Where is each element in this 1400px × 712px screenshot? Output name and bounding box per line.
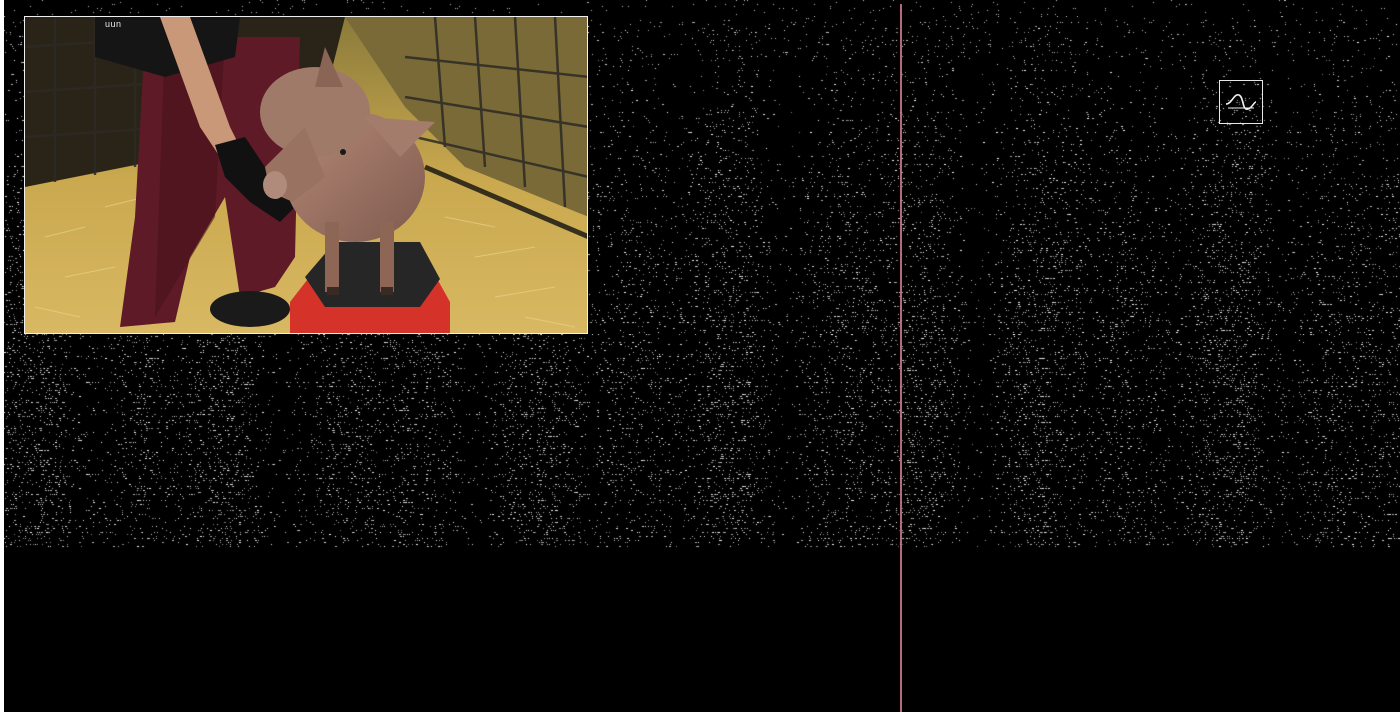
playhead-line: [900, 4, 902, 712]
neural-activity-view: uun: [0, 0, 1400, 712]
sine-wave-logo-icon: [1219, 80, 1263, 124]
pig-video-frame: [25, 17, 587, 333]
shirt-print-text: uun: [105, 19, 122, 29]
video-inset[interactable]: uun: [24, 16, 588, 334]
